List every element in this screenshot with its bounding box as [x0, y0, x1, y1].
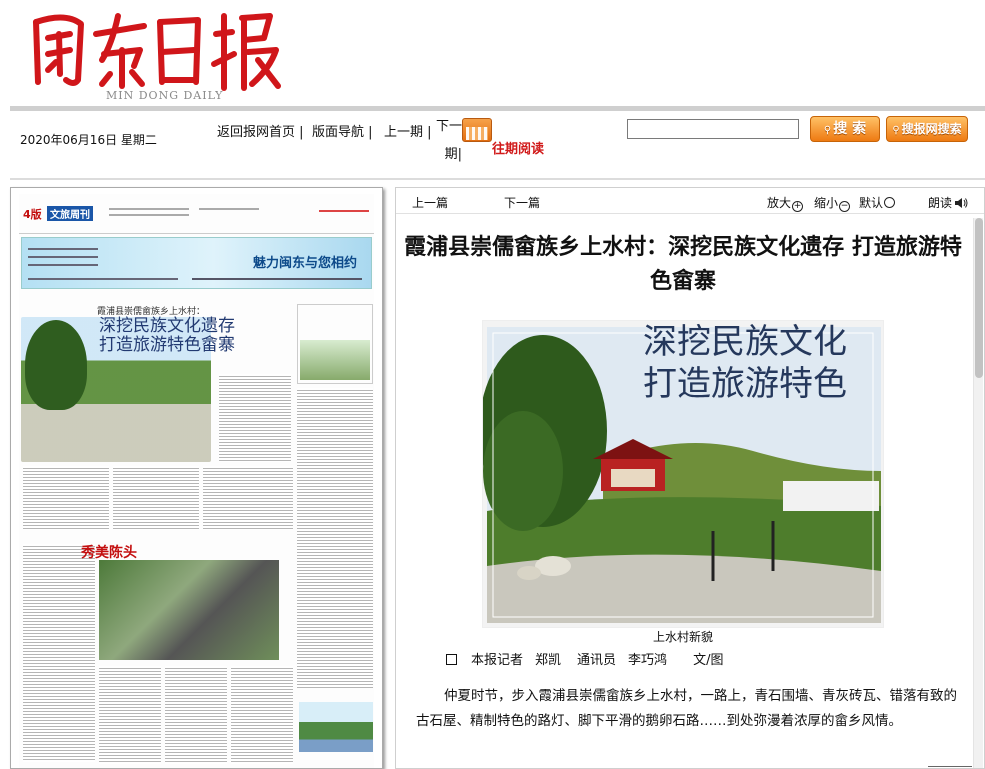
zoom-in-button[interactable]: 放大 + — [767, 194, 804, 212]
logo-calligraphy — [33, 13, 281, 91]
photo-caption: 上水村新貌 — [652, 630, 713, 644]
page-text-column — [23, 544, 95, 762]
byline-correspondent: 李巧鸿 — [628, 653, 668, 668]
search-input[interactable] — [627, 119, 799, 139]
logo-subtitle: MIN DONG DAILY — [106, 89, 224, 102]
page-text-column — [297, 388, 373, 688]
page-feature-title: 秀美陈头 — [81, 545, 137, 561]
banner-meta — [28, 278, 178, 280]
scrollbar-thumb[interactable] — [975, 218, 983, 378]
page-headline-line: 深挖民族文化遗存 — [99, 316, 235, 336]
page-text-column — [99, 666, 161, 764]
page-headline-line: 打造旅游特色畲寨 — [99, 335, 235, 355]
byline-suffix: 文/图 — [693, 653, 724, 668]
nav-divider: | — [295, 125, 304, 140]
plus-icon: + — [792, 201, 804, 212]
next-article-link[interactable]: 下一篇 — [504, 194, 540, 211]
page-feature-photo — [99, 560, 279, 660]
banner-slogan: 魅力闽东与您相约 — [252, 256, 357, 271]
default-size-button[interactable]: 默认 — [859, 194, 896, 211]
article-body-paragraph: 仲夏时节，步入霞浦县崇儒畲族乡上水村，一路上，青石围墙、青灰砖瓦、错落有致的古石… — [416, 688, 957, 729]
article-scrollbar[interactable] — [973, 218, 983, 768]
site-search-button-label: 搜报网搜索 — [901, 122, 962, 136]
page-text-column — [113, 466, 199, 530]
newspaper-page: 4版 文旅周刊 魅力闽东与您相约 霞浦县崇儒畲族乡上水村： 深挖民族文化遗存 打… — [19, 194, 374, 768]
search-button[interactable]: ⚲ 搜 索 — [810, 116, 880, 142]
read-aloud-label: 朗读 — [928, 196, 953, 210]
photo-overlay-line: 深挖民族文化 — [643, 322, 847, 362]
article-photo[interactable]: 深挖民族文化 打造旅游特色 — [482, 320, 884, 628]
minus-icon: − — [839, 201, 851, 212]
page-section: 文旅周刊 — [47, 206, 93, 221]
banner-meta — [28, 264, 98, 266]
nav-divider: | — [457, 147, 462, 162]
nav-home-link[interactable]: 返回报网首页 | — [217, 121, 304, 140]
page-number: 4版 — [23, 208, 42, 221]
square-icon — [446, 654, 457, 665]
nav-divider: | — [364, 125, 373, 140]
site-search-button[interactable]: ⚲ 搜报网搜索 — [886, 116, 968, 142]
nav-home-label: 返回报网首页 — [217, 125, 296, 140]
page-header-meta — [199, 208, 259, 210]
issue-date: 2020年06月16日 星期二 — [20, 133, 157, 147]
calendar-grid — [466, 127, 488, 140]
page-header: 4版 文旅周刊 — [19, 194, 374, 234]
banner-meta — [192, 278, 362, 280]
page-text-column — [165, 666, 227, 764]
page-header-meta — [109, 214, 189, 216]
page-text-column — [219, 374, 291, 462]
banner-meta — [28, 248, 98, 250]
default-size-label: 默认 — [859, 196, 884, 210]
page-headline: 深挖民族文化遗存 打造旅游特色畲寨 — [99, 317, 235, 355]
byline-reporter-label: 本报记者 — [471, 653, 524, 668]
article-title: 霞浦县崇儒畲族乡上水村：深挖民族文化遗存 打造旅游特色畲寨 — [404, 234, 962, 294]
speaker-icon — [955, 198, 968, 208]
photo-overlay-text: 深挖民族文化 打造旅游特色 — [643, 321, 847, 405]
search-icon: ⚲ — [823, 125, 832, 136]
zoom-out-label: 缩小 — [814, 196, 839, 210]
article-toolbar: 上一篇 下一篇 放大 + 缩小 − 默认 朗读 — [396, 188, 984, 214]
nav-next-issue-link[interactable]: 下一期| — [422, 113, 462, 169]
page-text-column — [23, 466, 109, 530]
page-side-photo — [300, 340, 370, 380]
page-text-column — [203, 466, 293, 530]
top-toolbar: 2020年06月16日 星期二 返回报网首页 | 版面导航 | 上一期 | 下一… — [10, 106, 985, 180]
nav-sections-link[interactable]: 版面导航 | — [312, 121, 373, 140]
read-aloud-button[interactable]: 朗读 — [928, 194, 968, 211]
nav-prev-issue-label: 上一期 — [384, 125, 424, 140]
page-header-meta — [109, 208, 189, 210]
archive-link[interactable]: 往期阅读 — [492, 138, 544, 157]
page-photo-tree — [25, 320, 87, 410]
byline-correspondent-label: 通讯员 — [577, 653, 617, 668]
circle-icon — [884, 197, 896, 208]
search-icon: ⚲ — [892, 125, 900, 136]
zoom-in-label: 放大 — [767, 196, 792, 210]
nav-sections-label: 版面导航 — [312, 125, 365, 140]
search-button-label: 搜 索 — [833, 121, 867, 137]
masthead: MIN DONG DAILY — [0, 0, 985, 104]
page-header-logo — [319, 210, 369, 212]
calendar-icon[interactable] — [462, 118, 492, 142]
page-banner-ad: 魅力闽东与您相约 — [21, 237, 372, 289]
article-panel: 上一篇 下一篇 放大 + 缩小 − 默认 朗读 霞浦县崇儒畲族乡上水村：深挖民族文化… — [395, 187, 985, 769]
byline-reporter: 郑凯 — [535, 653, 562, 668]
prev-article-link[interactable]: 上一篇 — [412, 194, 448, 211]
banner-meta — [28, 256, 98, 258]
zoom-out-button[interactable]: 缩小 − — [814, 194, 851, 212]
newspaper-logo[interactable]: MIN DONG DAILY — [26, 4, 286, 104]
page-bottom-photo — [299, 702, 373, 752]
photo-overlay-line: 打造旅游特色 — [643, 364, 847, 404]
page-text-column — [231, 666, 293, 764]
article-byline: 本报记者 郑凯 通讯员 李巧鸿 文/图 — [446, 649, 723, 668]
newspaper-page-thumbnail[interactable]: 4版 文旅周刊 魅力闽东与您相约 霞浦县崇儒畲族乡上水村： 深挖民族文化遗存 打… — [10, 187, 383, 769]
